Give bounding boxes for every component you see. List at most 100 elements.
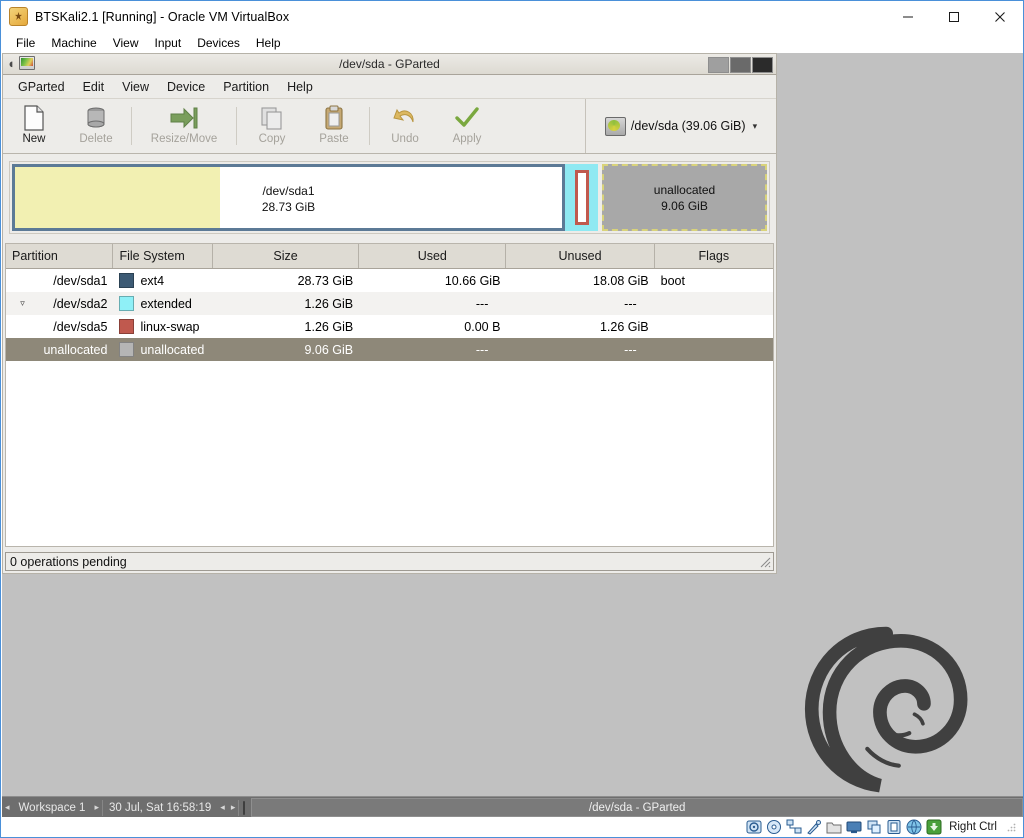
table-row[interactable]: ▿ /dev/sda2 extended 1.26 GiB --- ---: [6, 292, 773, 315]
workspace-next-arrow[interactable]: ▸: [91, 802, 102, 813]
menu-view[interactable]: View: [113, 77, 158, 97]
toolbar-group-clipboard: Copy Paste: [241, 99, 365, 153]
apply-button[interactable]: Apply: [436, 102, 498, 145]
host-titlebar: BTSKali2.1 [Running] - Oracle VM Virtual…: [1, 1, 1023, 32]
new-button[interactable]: New: [3, 102, 65, 145]
graphic-partition-swap[interactable]: [574, 170, 589, 225]
table-header-row: Partition File System Size Used Unused F…: [6, 244, 773, 269]
workspace-label[interactable]: Workspace 1: [13, 802, 92, 814]
cell-size: 9.06 GiB: [304, 342, 354, 357]
device-selector-label: /dev/sda (39.06 GiB): [630, 119, 746, 133]
column-header-flags[interactable]: Flags: [655, 244, 773, 268]
resize-move-button[interactable]: Resize/Move: [136, 102, 232, 145]
graphic-unallocated[interactable]: unallocated 9.06 GiB: [602, 164, 767, 231]
mouse-integration-icon[interactable]: [926, 819, 942, 835]
menu-help[interactable]: Help: [278, 77, 322, 97]
remote-display-icon[interactable]: [866, 819, 882, 835]
undo-button[interactable]: Undo: [374, 102, 436, 145]
graphic-partition-sda1[interactable]: /dev/sda1 28.73 GiB: [12, 164, 565, 231]
device-selector[interactable]: /dev/sda (39.06 GiB) ▾: [585, 99, 776, 153]
gparted-window-icon[interactable]: [239, 800, 249, 815]
shared-folder-icon[interactable]: [826, 819, 842, 835]
taskbar-task-button[interactable]: /dev/sda - GParted: [251, 798, 1023, 817]
toolbar-group-apply: Undo Apply: [374, 99, 498, 153]
host-menu-file[interactable]: File: [8, 34, 43, 52]
checkmark-icon: [454, 104, 480, 131]
maximize-icon[interactable]: [931, 1, 977, 32]
status-bar-text: 0 operations pending: [10, 554, 127, 569]
gparted-app-icon: [18, 56, 35, 70]
recording-icon[interactable]: [886, 819, 902, 835]
resize-move-button-label: Resize/Move: [150, 133, 218, 145]
paste-button-label: Paste: [319, 133, 349, 145]
resize-grip-icon[interactable]: [758, 555, 771, 568]
menu-edit[interactable]: Edit: [74, 77, 114, 97]
menu-device[interactable]: Device: [158, 77, 214, 97]
cell-unused: ---: [624, 342, 637, 357]
toolbar-separator-1: [131, 107, 132, 145]
disk-graphic: /dev/sda1 28.73 GiB unallocated 9.06 GiB: [12, 164, 767, 231]
delete-button[interactable]: Delete: [65, 102, 127, 145]
taskbar-right-arrow[interactable]: ▸: [228, 802, 239, 813]
table-row[interactable]: /dev/sda5 linux-swap 1.26 GiB 0.00 B 1.2…: [6, 315, 773, 338]
menu-partition[interactable]: Partition: [214, 77, 278, 97]
cell-used: 0.00 B: [464, 319, 501, 334]
cell-used: ---: [475, 296, 489, 311]
optical-disk-icon[interactable]: [766, 819, 782, 835]
vm-taskbar: ◂ Workspace 1 ▸ 30 Jul, Sat 16:58:19 ◂ ▸…: [2, 796, 1023, 818]
host-menu-view[interactable]: View: [105, 34, 147, 52]
workspace-prev-arrow[interactable]: ◂: [2, 802, 13, 813]
virtualization-icon[interactable]: [906, 819, 922, 835]
filesystem-color-swatch: [119, 319, 135, 334]
cell-filesystem: extended: [140, 296, 192, 311]
column-header-size[interactable]: Size: [213, 244, 360, 268]
status-bar: 0 operations pending: [5, 552, 774, 571]
graphic-unallocated-name: unallocated: [653, 182, 716, 197]
host-menu-machine[interactable]: Machine: [43, 34, 104, 52]
host-menu-devices[interactable]: Devices: [189, 34, 248, 52]
harddisk-icon[interactable]: [746, 819, 762, 835]
cell-partition: /dev/sda5: [53, 319, 108, 334]
host-menu-input[interactable]: Input: [147, 34, 190, 52]
display-icon[interactable]: [846, 819, 862, 835]
taskbar-clock[interactable]: 30 Jul, Sat 16:58:19: [103, 802, 217, 814]
row-expander[interactable]: ▿: [16, 298, 29, 309]
minimize-icon[interactable]: [885, 1, 931, 32]
cell-size: 1.26 GiB: [304, 319, 354, 334]
copy-button[interactable]: Copy: [241, 102, 303, 145]
network-icon[interactable]: [786, 819, 802, 835]
gparted-maximize-button[interactable]: [730, 57, 751, 73]
column-header-filesystem[interactable]: File System: [113, 244, 213, 268]
partition-table: Partition File System Size Used Unused F…: [5, 243, 774, 547]
graphic-sda1-name: /dev/sda1: [262, 184, 315, 198]
cell-flags: [655, 292, 773, 315]
cell-flags: [655, 338, 773, 361]
cell-flags: [655, 315, 773, 338]
cell-unused: 18.08 GiB: [593, 273, 649, 288]
taskbar-left-arrow[interactable]: ◂: [217, 802, 228, 813]
host-menu-help[interactable]: Help: [248, 34, 289, 52]
column-header-partition[interactable]: Partition: [6, 244, 114, 268]
paste-button[interactable]: Paste: [303, 102, 365, 145]
window-menu-icon[interactable]: ◖: [7, 57, 15, 70]
gparted-titlebar: ◖ /dev/sda - GParted: [3, 54, 776, 75]
graphic-partition-extended[interactable]: [565, 164, 598, 231]
menu-gparted[interactable]: GParted: [9, 77, 74, 97]
close-icon[interactable]: [977, 1, 1023, 32]
host-key-label: Right Ctrl: [949, 821, 997, 833]
cell-flags: boot: [660, 273, 685, 288]
table-row[interactable]: /dev/sda1 ext4 28.73 GiB 10.66 GiB 18.08…: [6, 269, 773, 292]
resize-grip[interactable]: [1006, 822, 1017, 833]
filesystem-color-swatch: [119, 296, 135, 311]
gparted-close-button[interactable]: [752, 57, 773, 73]
cell-partition: unallocated: [43, 342, 108, 357]
usb-icon[interactable]: [806, 819, 822, 835]
gparted-minimize-button[interactable]: [708, 57, 729, 73]
vm-screen[interactable]: ◖ /dev/sda - GParted GParted Edit View D…: [2, 53, 1023, 818]
chevron-down-icon[interactable]: ▾: [753, 121, 758, 132]
column-header-unused[interactable]: Unused: [506, 244, 655, 268]
cell-used: ---: [475, 342, 489, 357]
table-row[interactable]: unallocated unallocated 9.06 GiB --- ---: [6, 338, 773, 361]
column-header-used[interactable]: Used: [359, 244, 507, 268]
gparted-window-buttons: [708, 57, 773, 73]
